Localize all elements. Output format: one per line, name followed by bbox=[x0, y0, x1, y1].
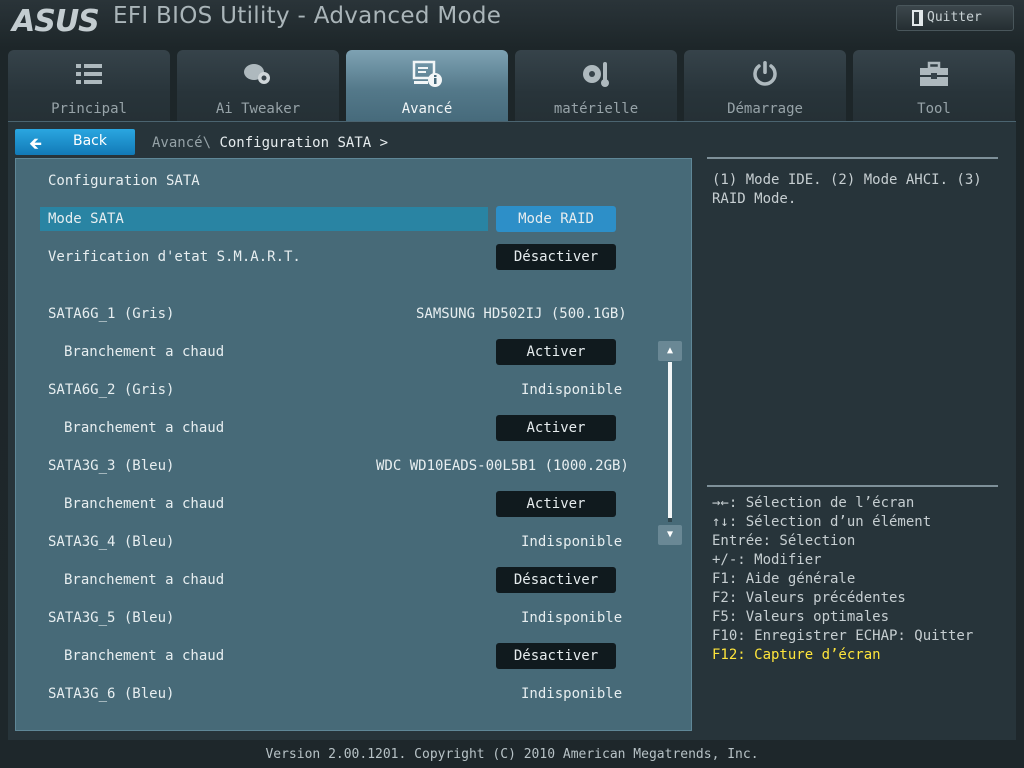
key-hint: F2: Valeurs précédentes bbox=[712, 590, 906, 606]
tab-demarrage[interactable]: Démarrage bbox=[684, 50, 846, 122]
smart-dropdown[interactable]: Désactiver bbox=[496, 244, 616, 270]
scrollbar-thumb[interactable] bbox=[668, 362, 672, 518]
help-divider-top bbox=[707, 157, 998, 159]
scroll-up-button[interactable]: ▲ bbox=[658, 341, 682, 361]
scroll-down-button[interactable]: ▼ bbox=[658, 525, 682, 545]
hotplug-label-sata6g-2[interactable]: Branchement a chaud bbox=[64, 420, 224, 436]
breadcrumb-parent[interactable]: Avancé\ bbox=[152, 135, 211, 151]
section-title: Configuration SATA bbox=[48, 173, 200, 189]
hotplug-dropdown-sata3g-5[interactable]: Désactiver bbox=[496, 643, 616, 669]
bios-screen: ASUS EFI BIOS Utility - Advanced Mode Qu… bbox=[0, 0, 1024, 768]
tab-label: Démarrage bbox=[727, 101, 803, 117]
port-label-sata3g-4: SATA3G_4 (Bleu) bbox=[48, 534, 175, 550]
key-hint: F1: Aide générale bbox=[712, 571, 856, 587]
exit-door-icon bbox=[912, 10, 923, 26]
key-hint: Entrée: Sélection bbox=[712, 533, 856, 549]
setting-label-smart[interactable]: Verification d'etat S.M.A.R.T. bbox=[48, 249, 301, 265]
hotplug-dropdown-sata3g-3[interactable]: Activer bbox=[496, 491, 616, 517]
back-arrow-icon: 🡸 bbox=[29, 134, 42, 153]
exit-button[interactable]: Quitter bbox=[896, 5, 1014, 31]
key-hint: ↑↓: Sélection d’un élément bbox=[712, 514, 932, 530]
port-device-sata3g-4: Indisponible bbox=[521, 534, 623, 550]
key-hint: F5: Valeurs optimales bbox=[712, 609, 890, 625]
hotplug-label-sata3g-5[interactable]: Branchement a chaud bbox=[64, 648, 224, 664]
key-hint: +/-: Modifier bbox=[712, 552, 822, 568]
key-hint: →←: Sélection de l’écran bbox=[712, 495, 915, 511]
ai-tweaker-icon bbox=[244, 64, 270, 84]
tab-label: matérielle bbox=[553, 101, 639, 117]
port-device-sata3g-3: WDC WD10EADS-00L5B1 (1000.2GB) bbox=[376, 458, 629, 474]
back-button[interactable]: 🡸 Back bbox=[15, 129, 135, 155]
tab-label: Principal bbox=[51, 101, 127, 117]
header: ASUS EFI BIOS Utility - Advanced Mode Qu… bbox=[0, 0, 1024, 44]
breadcrumb: Avancé\ Configuration SATA > bbox=[152, 135, 388, 151]
tab-ai-tweaker[interactable]: Ai Tweaker bbox=[177, 50, 339, 122]
tab-tool[interactable]: Tool bbox=[853, 50, 1015, 122]
key-hint-highlight: F12: Capture d’écran bbox=[712, 647, 881, 663]
hotplug-dropdown-sata6g-1[interactable]: Activer bbox=[496, 339, 616, 365]
hotplug-dropdown-sata3g-4[interactable]: Désactiver bbox=[496, 567, 616, 593]
tab-materielle[interactable]: matérielle bbox=[515, 50, 677, 122]
hotplug-label-sata3g-4[interactable]: Branchement a chaud bbox=[64, 572, 224, 588]
advanced-icon bbox=[412, 60, 442, 87]
key-hint: F10: Enregistrer ECHAP: Quitter bbox=[712, 628, 974, 644]
breadcrumb-current: Configuration SATA > bbox=[219, 135, 389, 151]
setting-label-sata-mode[interactable]: Mode SATA bbox=[48, 211, 124, 227]
tab-label: Ai Tweaker bbox=[215, 101, 301, 117]
tab-avance[interactable]: Avancé bbox=[346, 50, 508, 122]
tab-principal[interactable]: Principal bbox=[8, 50, 170, 122]
exit-button-label: Quitter bbox=[927, 10, 982, 25]
hotplug-label-sata3g-3[interactable]: Branchement a chaud bbox=[64, 496, 224, 512]
help-divider-keys bbox=[707, 485, 998, 487]
port-label-sata6g-2: SATA6G_2 (Gris) bbox=[48, 382, 175, 398]
tab-label: Tool bbox=[917, 101, 951, 117]
hotplug-label-sata6g-1[interactable]: Branchement a chaud bbox=[64, 344, 224, 360]
footer-version: Version 2.00.1201. Copyright (C) 2010 Am… bbox=[265, 747, 759, 762]
port-label-sata6g-1: SATA6G_1 (Gris) bbox=[48, 306, 175, 322]
port-label-sata3g-5: SATA3G_5 (Bleu) bbox=[48, 610, 175, 626]
power-icon bbox=[753, 61, 777, 86]
port-label-sata3g-3: SATA3G_3 (Bleu) bbox=[48, 458, 175, 474]
port-device-sata3g-5: Indisponible bbox=[521, 610, 623, 626]
toolbox-icon bbox=[920, 61, 948, 86]
monitor-gauge-icon bbox=[583, 62, 609, 87]
hotplug-dropdown-sata6g-2[interactable]: Activer bbox=[496, 415, 616, 441]
help-description: (1) Mode IDE. (2) Mode AHCI. (3) RAID Mo… bbox=[712, 172, 982, 207]
asus-logo: ASUS bbox=[12, 4, 100, 39]
tab-label: Avancé bbox=[401, 101, 453, 117]
sata-mode-dropdown[interactable]: Mode RAID bbox=[496, 206, 616, 232]
key-legend: →←: Sélection de l’écran ↑↓: Sélection d… bbox=[712, 494, 973, 665]
back-button-label: Back bbox=[73, 133, 107, 149]
port-device-sata6g-1: SAMSUNG HD502IJ (500.1GB) bbox=[416, 306, 627, 322]
port-device-sata6g-2: Indisponible bbox=[521, 382, 623, 398]
port-label-sata3g-6: SATA3G_6 (Bleu) bbox=[48, 686, 175, 702]
list-icon bbox=[76, 64, 102, 84]
port-device-sata3g-6: Indisponible bbox=[521, 686, 623, 702]
app-title: EFI BIOS Utility - Advanced Mode bbox=[113, 3, 502, 29]
